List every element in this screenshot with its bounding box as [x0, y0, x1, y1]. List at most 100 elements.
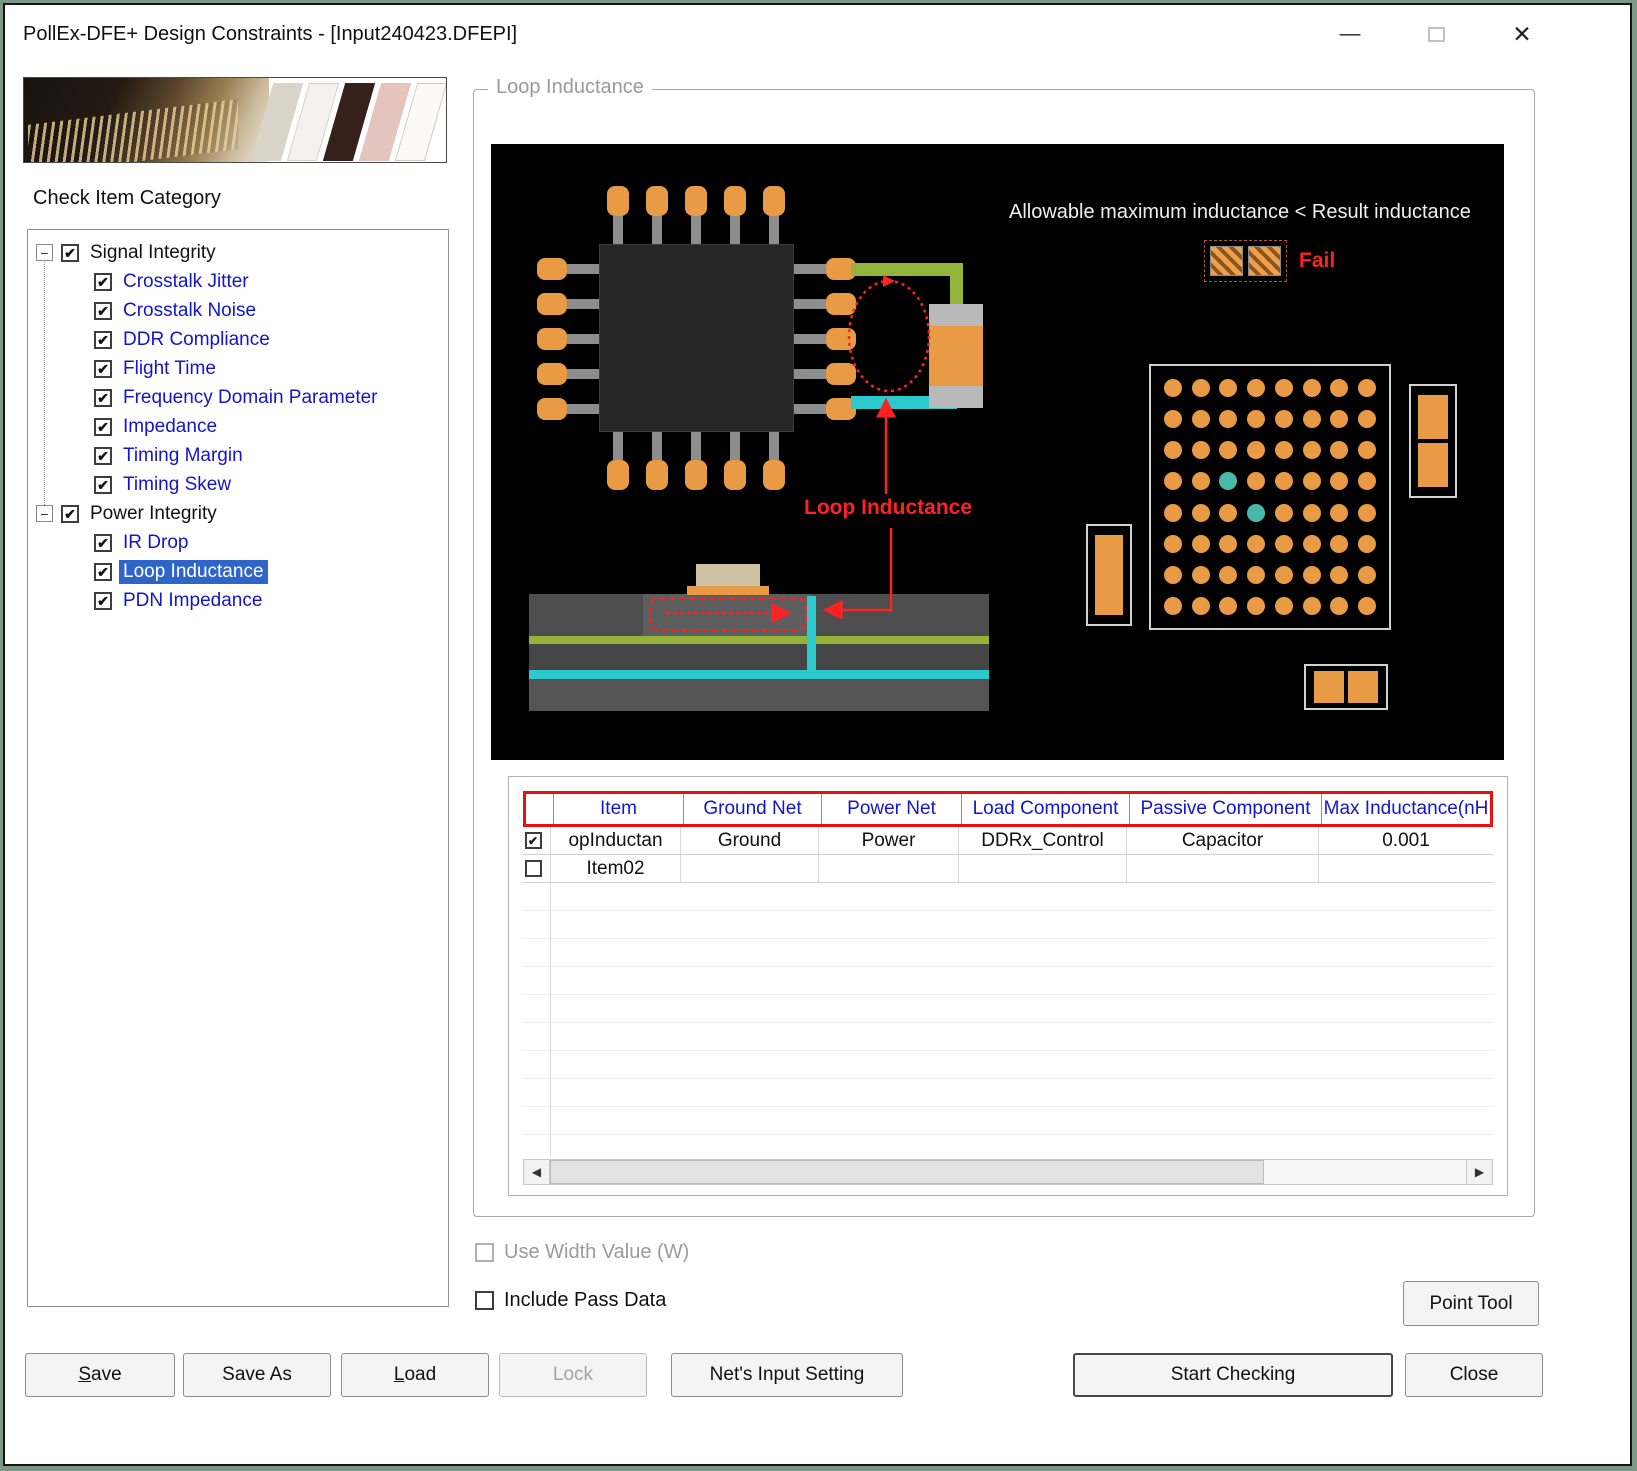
tree-item-label[interactable]: Impedance — [119, 415, 221, 439]
checkbox-timing-skew[interactable]: ✔ — [94, 476, 112, 494]
check-icon: ✔ — [97, 275, 109, 289]
tree-item-impedance[interactable]: ✔ Impedance — [28, 412, 448, 441]
scroll-left-button[interactable]: ◀ — [524, 1160, 550, 1184]
save-as-label: Save As — [222, 1364, 292, 1386]
minimize-icon: — — [1340, 22, 1361, 46]
checkbox-ddr-compliance[interactable]: ✔ — [94, 331, 112, 349]
cell-power-net[interactable] — [819, 855, 959, 882]
cell-item[interactable]: Item02 — [551, 855, 681, 882]
tree-item-label[interactable]: DDR Compliance — [119, 328, 274, 352]
cell-item[interactable]: opInductan — [551, 827, 681, 854]
chip-pin — [763, 186, 785, 244]
tree-item-label[interactable]: Signal Integrity — [86, 241, 220, 265]
cell-power-net[interactable]: Power — [819, 827, 959, 854]
header-passive-component[interactable]: Passive Component — [1130, 794, 1322, 824]
checkbox-crosstalk-noise[interactable]: ✔ — [94, 302, 112, 320]
chip-pin — [537, 398, 599, 420]
tree-item-power-integrity[interactable]: − ✔ Power Integrity — [28, 499, 448, 528]
tree-item-crosstalk-jitter[interactable]: ✔ Crosstalk Jitter — [28, 267, 448, 296]
cell-passive-component[interactable] — [1127, 855, 1319, 882]
tree-item-label[interactable]: Crosstalk Jitter — [119, 270, 253, 294]
cross-section-ground-layer — [529, 670, 989, 679]
save-label: Save — [78, 1364, 121, 1386]
save-button[interactable]: Save — [25, 1353, 175, 1397]
header-load-component[interactable]: Load Component — [962, 794, 1130, 824]
tree-item-ir-drop[interactable]: ✔ IR Drop — [28, 528, 448, 557]
checkbox-loop-inductance[interactable]: ✔ — [94, 563, 112, 581]
tree-item-label[interactable]: Flight Time — [119, 357, 220, 381]
tree-item-pdn-impedance[interactable]: ✔ PDN Impedance — [28, 586, 448, 615]
table-row[interactable]: ✔ opInductan Ground Power DDRx_Control C… — [523, 827, 1493, 855]
tree-item-flight-time[interactable]: ✔ Flight Time — [28, 354, 448, 383]
collapse-icon[interactable]: − — [36, 244, 53, 261]
bga-ball — [1358, 535, 1376, 553]
cell-ground-net[interactable]: Ground — [681, 827, 819, 854]
include-pass-data-option[interactable]: Include Pass Data — [475, 1289, 666, 1312]
point-tool-button[interactable]: Point Tool — [1403, 1281, 1539, 1326]
tree-item-signal-integrity[interactable]: − ✔ Signal Integrity — [28, 238, 448, 267]
cell-load-component[interactable]: DDRx_Control — [959, 827, 1127, 854]
tree-item-frequency-domain-parameter[interactable]: ✔ Frequency Domain Parameter — [28, 383, 448, 412]
minimize-button[interactable]: — — [1323, 13, 1377, 55]
bga-ball — [1275, 410, 1293, 428]
scroll-right-button[interactable]: ▶ — [1466, 1160, 1492, 1184]
pin-lead — [567, 369, 599, 379]
cell-max-inductance[interactable] — [1319, 855, 1493, 882]
table-horizontal-scrollbar[interactable]: ◀ ▶ — [523, 1159, 1493, 1185]
load-button[interactable]: Load — [341, 1353, 489, 1397]
checkbox-frequency-domain-parameter[interactable]: ✔ — [94, 389, 112, 407]
checkbox-crosstalk-jitter[interactable]: ✔ — [94, 273, 112, 291]
row-checkbox[interactable] — [525, 860, 542, 877]
pin-pad — [646, 186, 668, 216]
header-max-inductance[interactable]: Max Inductance(nH — [1322, 794, 1490, 824]
tree-item-timing-margin[interactable]: ✔ Timing Margin — [28, 441, 448, 470]
row-checkbox[interactable]: ✔ — [525, 832, 542, 849]
cell-ground-net[interactable] — [681, 855, 819, 882]
tree-item-label[interactable]: IR Drop — [119, 531, 192, 555]
green-trace — [851, 263, 963, 276]
checkbox-signal-integrity[interactable]: ✔ — [61, 244, 79, 262]
checkbox-flight-time[interactable]: ✔ — [94, 360, 112, 378]
bga-ball — [1330, 410, 1348, 428]
checkbox-pdn-impedance[interactable]: ✔ — [94, 592, 112, 610]
checkbox-power-integrity[interactable]: ✔ — [61, 505, 79, 523]
tree-item-ddr-compliance[interactable]: ✔ DDR Compliance — [28, 325, 448, 354]
nets-input-setting-button[interactable]: Net's Input Setting — [671, 1353, 903, 1397]
save-as-button[interactable]: Save As — [183, 1353, 331, 1397]
bga-ball — [1164, 379, 1182, 397]
include-pass-data-checkbox[interactable] — [475, 1291, 494, 1310]
checkbox-timing-margin[interactable]: ✔ — [94, 447, 112, 465]
tree-item-label[interactable]: Timing Skew — [119, 473, 235, 497]
start-checking-button[interactable]: Start Checking — [1073, 1353, 1393, 1397]
close-dialog-label: Close — [1450, 1364, 1499, 1386]
scrollbar-track[interactable] — [550, 1160, 1466, 1184]
header-ground-net[interactable]: Ground Net — [684, 794, 822, 824]
checkbox-impedance[interactable]: ✔ — [94, 418, 112, 436]
tree-item-label[interactable]: Loop Inductance — [119, 560, 268, 584]
cell-load-component[interactable] — [959, 855, 1127, 882]
include-pass-data-label[interactable]: Include Pass Data — [504, 1289, 666, 1312]
bga-ball — [1219, 566, 1237, 584]
collapse-icon[interactable]: − — [36, 505, 53, 522]
header-power-net[interactable]: Power Net — [822, 794, 962, 824]
close-dialog-button[interactable]: Close — [1405, 1353, 1543, 1397]
tree-item-label[interactable]: Frequency Domain Parameter — [119, 386, 382, 410]
tree-item-label[interactable]: PDN Impedance — [119, 589, 266, 613]
tree-item-label[interactable]: Timing Margin — [119, 444, 247, 468]
bga-ball — [1358, 566, 1376, 584]
tree-item-label[interactable]: Power Integrity — [86, 502, 221, 526]
header-item[interactable]: Item — [554, 794, 684, 824]
tree-item-crosstalk-noise[interactable]: ✔ Crosstalk Noise — [28, 296, 448, 325]
table-row[interactable]: Item02 — [523, 855, 1493, 883]
bga-ball — [1247, 379, 1265, 397]
checkbox-ir-drop[interactable]: ✔ — [94, 534, 112, 552]
cell-passive-component[interactable]: Capacitor — [1127, 827, 1319, 854]
cell-max-inductance[interactable]: 0.001 — [1319, 827, 1493, 854]
tree-item-loop-inductance[interactable]: ✔ Loop Inductance — [28, 557, 448, 586]
tree-item-timing-skew[interactable]: ✔ Timing Skew — [28, 470, 448, 499]
tree-item-label[interactable]: Crosstalk Noise — [119, 299, 260, 323]
bga-ball — [1303, 441, 1321, 459]
scrollbar-thumb[interactable] — [550, 1160, 1264, 1184]
close-button[interactable]: ✕ — [1495, 13, 1549, 55]
fail-pads — [1204, 240, 1287, 282]
